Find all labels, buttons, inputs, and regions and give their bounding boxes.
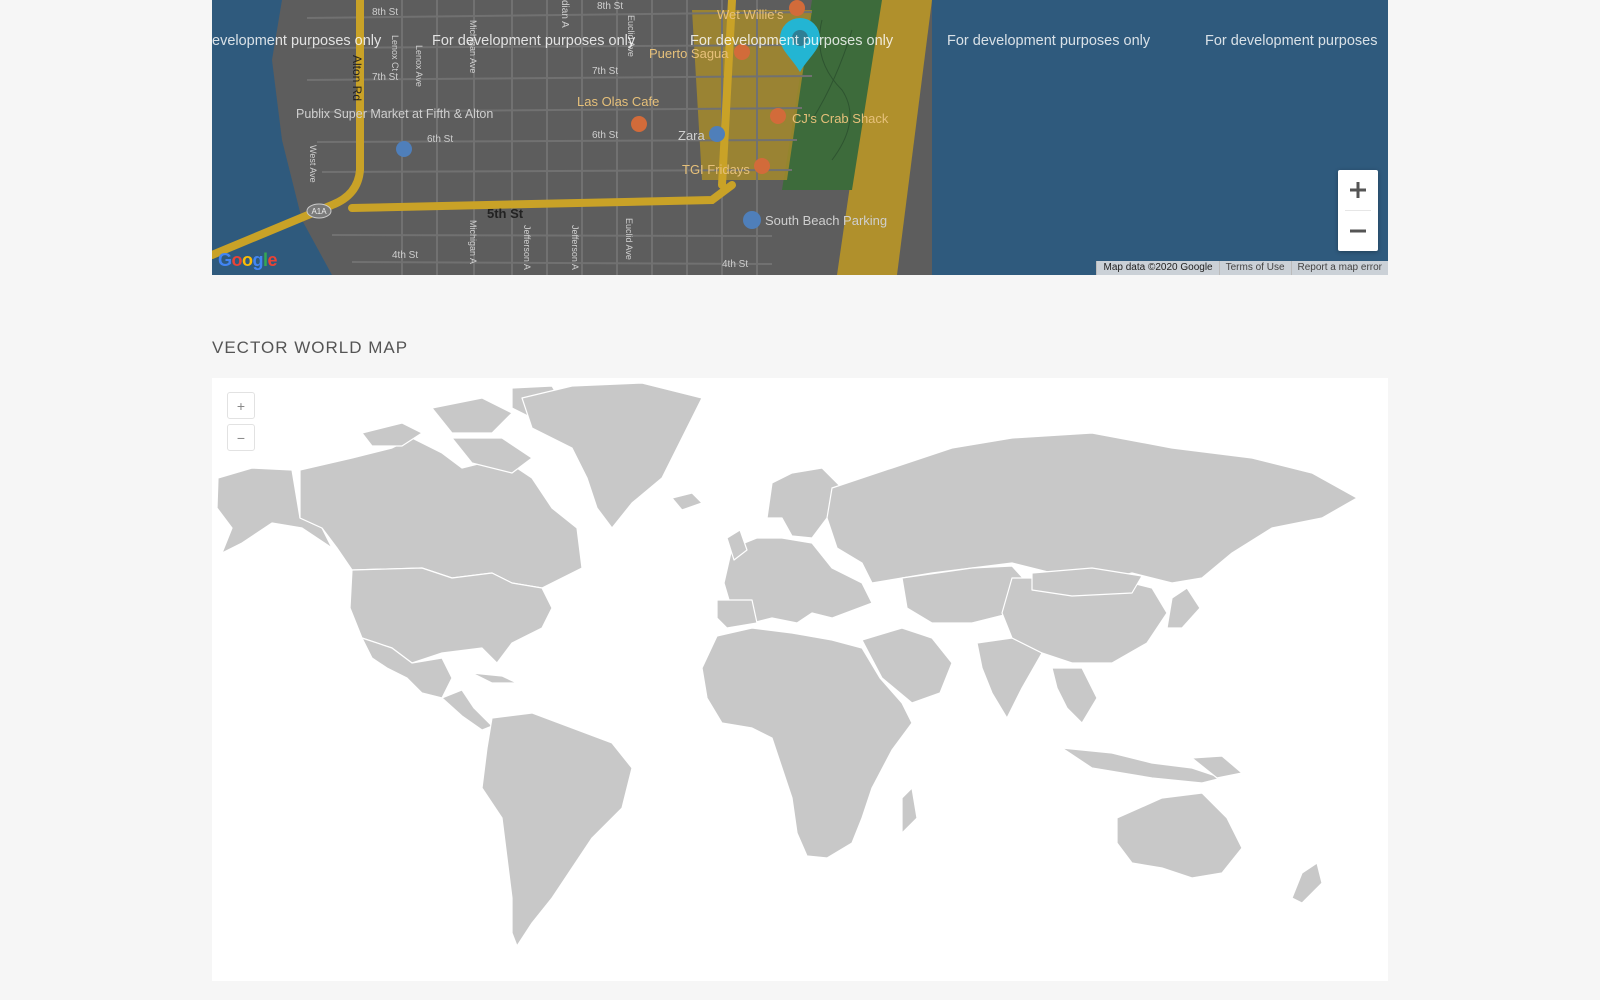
dev-watermark: evelopment purposes only [212, 33, 382, 49]
road-shield: A1A [311, 207, 327, 216]
place-label: CJ's Crab Shack [792, 111, 889, 126]
report-map-error-link[interactable]: Report a map error [1290, 261, 1388, 275]
place-label: Publix Super Market at Fifth & Alton [296, 107, 493, 121]
minus-icon [1350, 229, 1366, 233]
street-label: Jefferson A [522, 225, 532, 270]
country-southeast-asia [1051, 667, 1098, 724]
street-label: Euclid Ave [624, 218, 634, 260]
street-label: 6th St [427, 134, 453, 145]
vector-zoom-in-button[interactable]: + [227, 392, 255, 419]
country-iberia [716, 599, 758, 629]
place-label: Wet Willie's [717, 7, 784, 22]
country-australia [1116, 792, 1243, 879]
terms-of-use-link[interactable]: Terms of Use [1218, 261, 1291, 275]
google-logo[interactable]: Google [218, 250, 278, 271]
dev-watermark: For development purposes [1205, 33, 1378, 49]
country-japan [1166, 587, 1201, 629]
country-canada [299, 437, 583, 589]
street-label: Jefferson A [570, 225, 580, 270]
street-label: West Ave [308, 145, 318, 183]
map-attribution: Map data ©2020 Google Terms of Use Repor… [1096, 261, 1388, 275]
zoom-in-button[interactable] [1338, 170, 1378, 210]
country-india [976, 637, 1043, 719]
dev-watermark: For development purposes only [947, 33, 1151, 49]
google-map[interactable]: 8th St 8th St 7th St 7th St 6th St 6th S… [212, 0, 1388, 275]
vector-zoom-out-button[interactable]: − [227, 424, 255, 451]
street-label: 7th St [372, 72, 398, 83]
street-label: dian A [559, 0, 570, 28]
street-label: Michigan A [468, 220, 478, 264]
street-label: 8th St [372, 7, 398, 18]
country-iceland [671, 492, 703, 511]
place-label: TGI Fridays [682, 162, 750, 177]
country-new-zealand [1291, 862, 1323, 904]
map-data-credit: Map data ©2020 Google [1096, 261, 1219, 275]
country-arctic-islands [431, 397, 513, 434]
country-cuba [471, 672, 518, 684]
country-russia [826, 432, 1358, 584]
place-label: Las Olas Cafe [577, 94, 659, 109]
plus-icon [1350, 182, 1366, 198]
street-label: Alton Rd [350, 55, 364, 101]
zoom-out-button[interactable] [1338, 211, 1378, 251]
street-label: 4th St [722, 259, 748, 270]
country-south-america [481, 712, 633, 947]
street-label: 4th St [392, 250, 418, 261]
place-label: South Beach Parking [765, 213, 887, 228]
dev-watermark-strip: evelopment purposes only For development… [212, 33, 1388, 55]
country-indonesia [1061, 747, 1223, 784]
street-label: 7th St [592, 66, 618, 77]
map-zoom-control [1338, 170, 1378, 251]
country-central-america [441, 689, 493, 731]
street-label: 6th St [592, 130, 618, 141]
street-label: 5th St [487, 206, 524, 221]
section-title: VECTOR WORLD MAP [212, 338, 409, 357]
street-label: 8th St [597, 1, 623, 12]
country-madagascar [901, 787, 918, 834]
vector-world-map[interactable]: + − [212, 378, 1388, 981]
dev-watermark: For development purposes only [690, 33, 894, 49]
place-label: Zara [678, 128, 706, 143]
dev-watermark: For development purposes only [432, 33, 636, 49]
world-map-svg[interactable] [212, 378, 1388, 981]
